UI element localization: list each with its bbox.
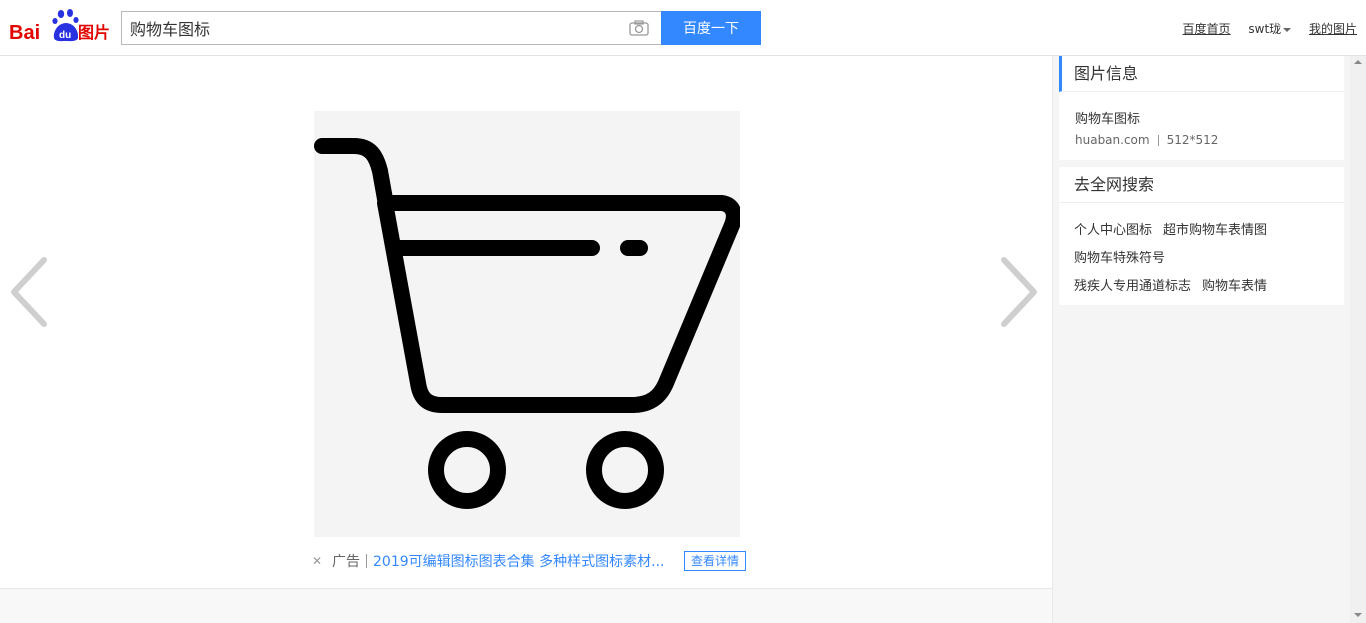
right-sidebar: 图片信息 购物车图标 huaban.com 512*512 去全网搜索 个人中心图… (1053, 56, 1350, 623)
baidu-image-logo[interactable]: du Bai 图片 (9, 8, 113, 44)
camera-icon[interactable] (629, 20, 649, 36)
image-meta: huaban.com 512*512 (1075, 133, 1218, 147)
svg-text:du: du (59, 30, 71, 41)
ad-line: ✕ 广告 2019可编辑图标图表合集 多种样式图标素材... (310, 551, 664, 571)
image-info-panel: 图片信息 购物车图标 huaban.com 512*512 (1059, 56, 1344, 160)
my-images-link[interactable]: 我的图片 (1309, 22, 1357, 36)
image-size: 512*512 (1166, 133, 1219, 147)
search-input[interactable] (122, 12, 622, 44)
image-title: 购物车图标 (1075, 112, 1141, 127)
scroll-up-icon[interactable] (1354, 60, 1362, 64)
image-source[interactable]: huaban.com (1075, 133, 1150, 147)
close-icon[interactable]: ✕ (310, 554, 324, 568)
chevron-left-icon[interactable] (4, 252, 54, 332)
tag-link[interactable]: 超市购物车表情图 (1163, 217, 1267, 245)
shopping-cart-icon (314, 138, 742, 509)
ad-link[interactable]: 2019可编辑图标图表合集 多种样式图标素材... (373, 554, 664, 570)
image-info-heading: 图片信息 (1059, 56, 1344, 92)
svg-text:Bai: Bai (9, 22, 40, 44)
scrollbar[interactable] (1350, 56, 1366, 623)
search-box (121, 11, 661, 45)
user-menu[interactable]: swt珑 (1248, 22, 1292, 36)
tag-link[interactable]: 购物车表情 (1202, 273, 1267, 301)
web-search-heading: 去全网搜索 (1059, 167, 1344, 203)
chevron-down-icon (1283, 27, 1292, 32)
username: swt珑 (1248, 22, 1282, 36)
search-button[interactable]: 百度一下 (661, 11, 761, 45)
ad-tag: 广告 (332, 554, 360, 570)
tag-link[interactable]: 残疾人专用通道标志 (1074, 273, 1191, 301)
top-links: 百度首页 swt珑 我的图片 (1169, 20, 1357, 37)
view-details-button[interactable]: 查看详情 (684, 551, 746, 571)
web-search-panel: 去全网搜索 个人中心图标 超市购物车表情图 购物车特殊符号 残疾人专用通道标志 购物… (1059, 167, 1344, 305)
separator (1157, 135, 1159, 146)
separator (366, 554, 367, 568)
svg-text:图片: 图片 (78, 23, 110, 42)
filmstrip-area (0, 588, 1052, 623)
related-tags: 个人中心图标 超市购物车表情图 购物车特殊符号 残疾人专用通道标志 购物车表情 (1074, 217, 1334, 301)
scroll-down-icon[interactable] (1354, 613, 1362, 617)
main-image[interactable] (314, 111, 742, 537)
chevron-right-icon[interactable] (994, 252, 1044, 332)
tag-link[interactable]: 个人中心图标 (1074, 217, 1152, 245)
top-header: du Bai 图片 百度一下 百度首页 swt珑 我的图片 (0, 0, 1366, 56)
tag-link[interactable]: 购物车特殊符号 (1074, 245, 1165, 273)
baidu-home-link[interactable]: 百度首页 (1183, 22, 1231, 36)
